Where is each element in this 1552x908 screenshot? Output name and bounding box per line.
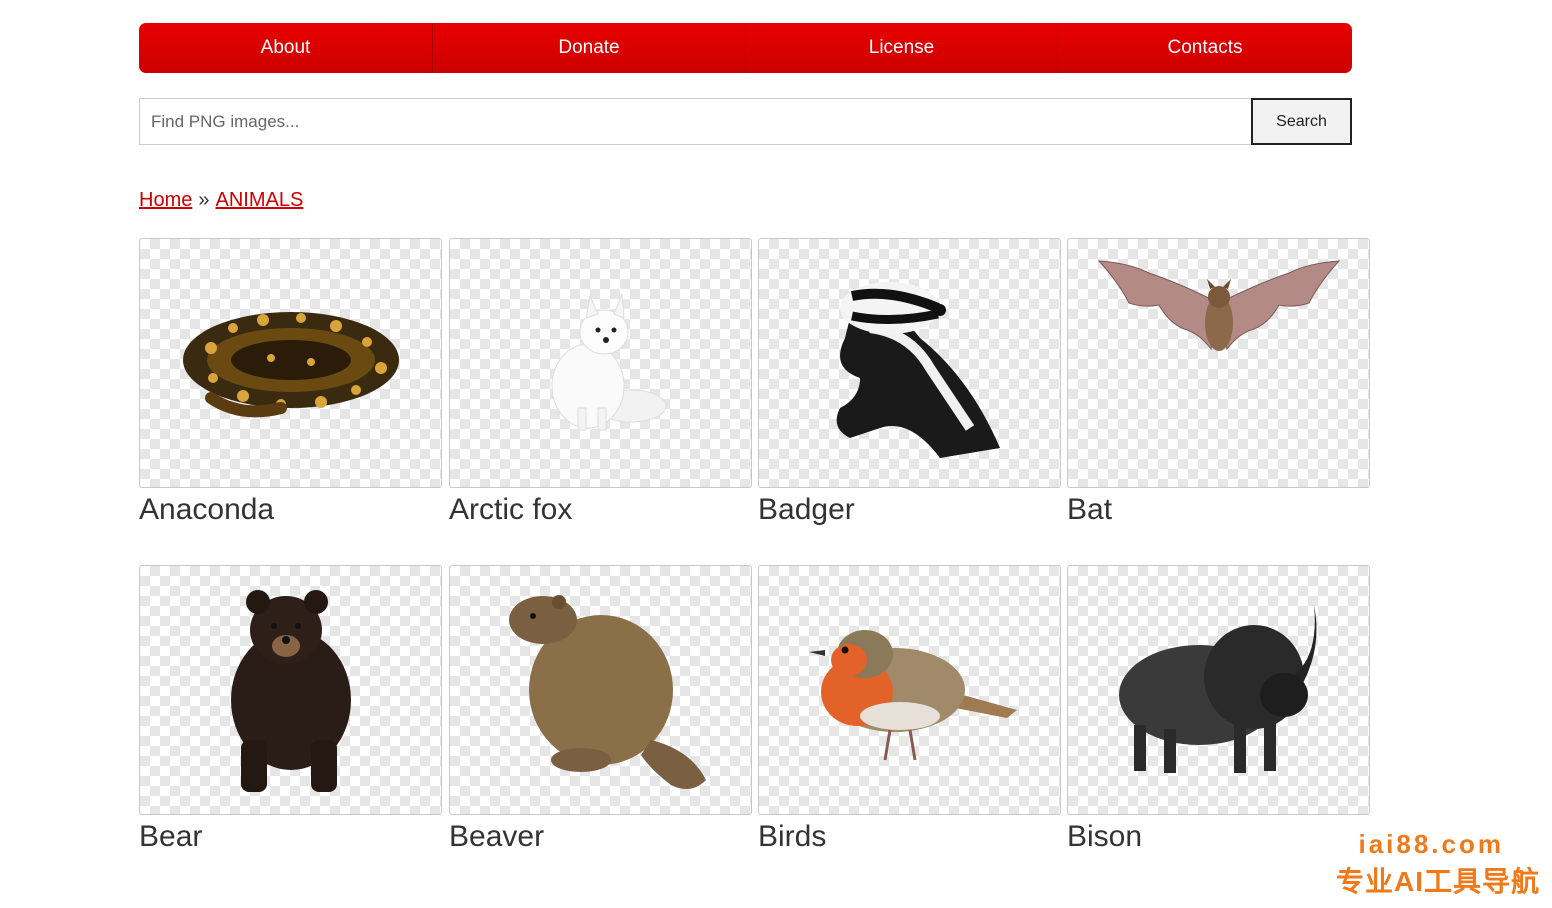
arctic-fox-image (551, 293, 666, 431)
bison-image (1118, 605, 1316, 773)
thumbnail[interactable] (1067, 565, 1370, 815)
top-nav: About Donate License Contacts (139, 23, 1352, 73)
badger-image (836, 282, 1000, 458)
thumbnail[interactable] (758, 565, 1061, 815)
grid-item-label[interactable]: Bison (1067, 820, 1370, 854)
breadcrumb-separator: » (198, 189, 210, 211)
breadcrumb-current-link[interactable]: ANIMALS (215, 189, 303, 211)
thumbnail[interactable] (449, 565, 752, 815)
nav-donate[interactable]: Donate (433, 23, 746, 73)
watermark: iai88.com 专业AI工具导航 (1336, 829, 1540, 900)
grid-item-label[interactable]: Beaver (449, 820, 752, 854)
bird-image (808, 630, 1017, 761)
search-bar: Search (139, 98, 1352, 145)
watermark-domain: iai88.com (1358, 829, 1504, 859)
thumbnail[interactable] (1067, 238, 1370, 488)
grid-item-label[interactable]: Badger (758, 493, 1061, 527)
search-input[interactable] (139, 98, 1251, 145)
grid-item-label[interactable]: Bear (139, 820, 442, 854)
grid-item-birds[interactable]: Birds (758, 565, 1061, 854)
grid-item-label[interactable]: Arctic fox (449, 493, 752, 527)
bear-image (230, 590, 351, 792)
thumbnail[interactable] (449, 238, 752, 488)
thumbnail[interactable] (758, 238, 1061, 488)
breadcrumb-home-link[interactable]: Home (139, 189, 192, 211)
thumbnail[interactable] (139, 565, 442, 815)
grid-item-label[interactable]: Anaconda (139, 493, 442, 527)
grid-item-bear[interactable]: Bear (139, 565, 442, 854)
thumbnail[interactable] (139, 238, 442, 488)
grid-item-beaver[interactable]: Beaver (449, 565, 752, 854)
grid-item-bison[interactable]: Bison (1067, 565, 1370, 854)
grid-item-badger[interactable]: Badger (758, 238, 1061, 527)
anaconda-image (182, 312, 399, 418)
bat-image (1097, 260, 1340, 351)
grid-item-anaconda[interactable]: Anaconda (139, 238, 442, 527)
grid-item-label[interactable]: Birds (758, 820, 1061, 854)
search-button[interactable]: Search (1251, 98, 1352, 145)
nav-about[interactable]: About (139, 23, 433, 73)
grid-item-arctic-fox[interactable]: Arctic fox (449, 238, 752, 527)
breadcrumb: Home » ANIMALS (139, 189, 303, 212)
watermark-tagline: 专业AI工具导航 (1335, 866, 1540, 897)
beaver-image (508, 595, 706, 789)
nav-contacts[interactable]: Contacts (1058, 23, 1352, 73)
grid-item-bat[interactable]: Bat (1067, 238, 1370, 527)
grid-item-label[interactable]: Bat (1067, 493, 1370, 527)
nav-license[interactable]: License (746, 23, 1058, 73)
